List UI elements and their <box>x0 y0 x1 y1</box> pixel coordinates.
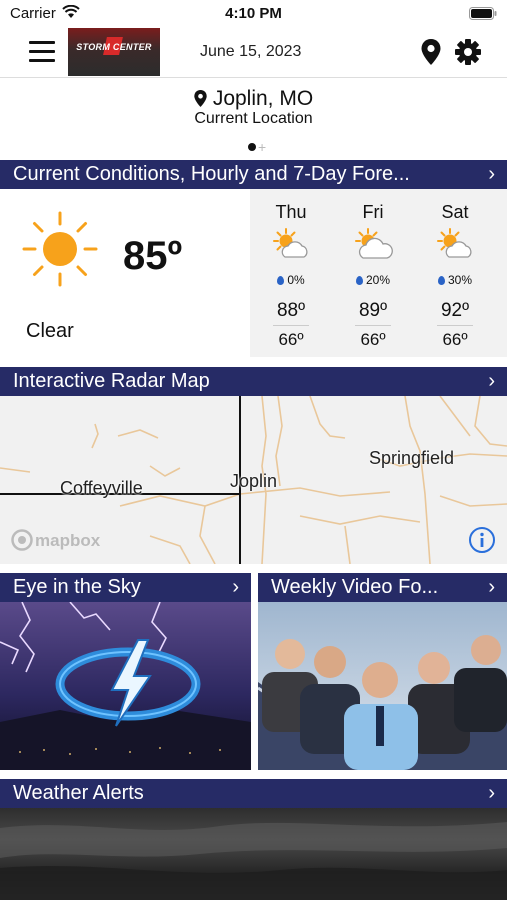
tile-title: Eye in the Sky <box>13 576 141 598</box>
gear-icon[interactable] <box>455 39 481 70</box>
forecast-day[interactable]: Fri 20% 89º 66º <box>332 189 414 357</box>
app-header: STORM CENTER June 15, 2023 <box>0 26 507 78</box>
page-indicator[interactable]: + <box>248 138 266 156</box>
radar-section-title: Interactive Radar Map <box>13 370 210 392</box>
weather-alerts-image[interactable] <box>0 808 507 900</box>
current-condition: Clear <box>26 320 74 342</box>
map-city-label: Springfield <box>369 448 455 468</box>
storm-center-logo[interactable]: STORM CENTER <box>68 28 160 76</box>
raindrop-icon <box>355 276 363 285</box>
location-city: Joplin, MO <box>212 87 314 110</box>
header-date: June 15, 2023 <box>200 43 302 60</box>
eye-in-the-sky-tile[interactable]: Eye in the Sky › <box>0 573 251 770</box>
weekly-video-header[interactable]: Weekly Video Fo... › <box>258 573 507 602</box>
chevron-right-icon: › <box>232 576 239 598</box>
low-temp: 66º <box>278 330 304 349</box>
partly-cloudy-icon <box>271 227 311 268</box>
day-name: Fri <box>362 202 384 222</box>
partly-cloudy-icon <box>435 227 475 268</box>
clock: 4:10 PM <box>225 5 282 22</box>
precip-chance: 30% <box>414 273 496 287</box>
weekly-video-image <box>258 602 507 770</box>
day-name: Sat <box>441 202 469 222</box>
chevron-right-icon: › <box>488 163 495 185</box>
low-temp: 66º <box>442 330 468 349</box>
map-city-label: Coffeyville <box>60 478 143 498</box>
eye-in-the-sky-header[interactable]: Eye in the Sky › <box>0 573 251 602</box>
conditions-section-header[interactable]: Current Conditions, Hourly and 7-Day For… <box>0 160 507 189</box>
high-temp: 89º <box>358 300 388 321</box>
weather-alerts-title: Weather Alerts <box>13 782 144 804</box>
eye-in-the-sky-image <box>0 602 251 770</box>
partly-cloudy-icon <box>353 227 393 268</box>
tile-title: Weekly Video Fo... <box>271 576 439 598</box>
mapbox-attribution[interactable]: mapbox <box>11 529 100 551</box>
low-temp: 66º <box>360 330 386 349</box>
location-subtitle: Current Location <box>194 110 313 127</box>
forecast-day[interactable]: Thu 0% 88º 66º <box>250 189 332 357</box>
raindrop-icon <box>437 276 445 285</box>
high-temp: 88º <box>276 300 306 321</box>
map-city-label: Joplin <box>230 471 278 491</box>
page-dot-active <box>248 142 256 151</box>
precip-chance: 0% <box>250 273 332 287</box>
weather-alerts-header[interactable]: Weather Alerts › <box>0 779 507 808</box>
conditions-panel[interactable]: 85º Clear Thu 0% 88º 66º Fri 20% 89º 66º… <box>0 189 507 357</box>
info-icon[interactable] <box>468 526 496 559</box>
radar-section-header[interactable]: Interactive Radar Map › <box>0 367 507 396</box>
battery-icon <box>469 7 497 25</box>
logo-text: STORM CENTER <box>76 42 152 52</box>
chevron-right-icon: › <box>488 370 495 392</box>
conditions-section-title: Current Conditions, Hourly and 7-Day For… <box>13 163 410 185</box>
sunny-icon <box>22 211 98 292</box>
day-name: Thu <box>275 202 307 222</box>
status-bar: Carrier 4:10 PM <box>0 0 507 26</box>
menu-icon[interactable] <box>29 41 55 63</box>
chevron-right-icon: › <box>488 782 495 804</box>
add-location-icon[interactable]: + <box>258 139 266 155</box>
raindrop-icon <box>277 276 285 285</box>
forecast-day[interactable]: Sat 30% 92º 66º <box>414 189 496 357</box>
radar-map[interactable]: Coffeyville Joplin Springfield mapbox <box>0 396 507 564</box>
current-conditions[interactable]: 85º Clear <box>0 189 250 357</box>
high-temp: 92º <box>440 300 470 321</box>
location-pin-icon[interactable] <box>421 39 441 70</box>
weekly-video-tile[interactable]: Weekly Video Fo... › <box>258 573 507 770</box>
chevron-right-icon: › <box>488 576 495 598</box>
precip-chance: 20% <box>332 273 414 287</box>
current-temperature: 85º <box>123 234 183 278</box>
location-panel[interactable]: Joplin, MO Current Location + <box>0 80 507 160</box>
